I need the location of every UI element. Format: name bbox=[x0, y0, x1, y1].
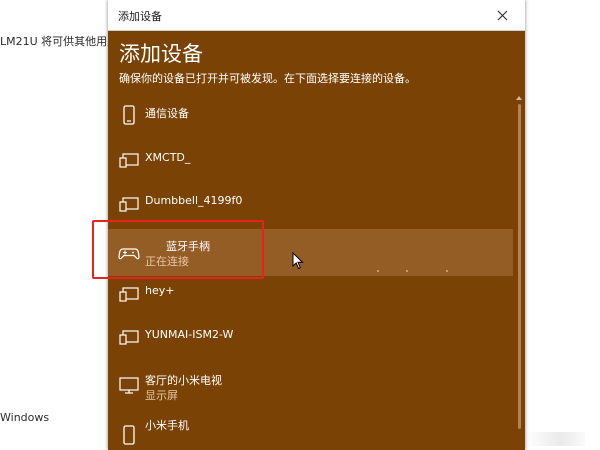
device-icon bbox=[119, 197, 139, 212]
dialog-heading: 添加设备 bbox=[119, 42, 203, 66]
device-name: hey+ bbox=[145, 284, 175, 297]
device-item-xmctd[interactable]: XMCTD_ bbox=[108, 138, 513, 182]
device-name: YUNMAI-ISM2-W bbox=[145, 328, 234, 341]
watermark bbox=[525, 432, 585, 446]
scroll-thumb[interactable] bbox=[518, 104, 521, 429]
dialog-subtitle: 确保你的设备已打开并可被发现。在下面选择要连接的设备。 bbox=[119, 72, 416, 85]
device-item-yunmai[interactable]: YUNMAI-ISM2-W bbox=[108, 315, 513, 359]
device-name: Dumbbell_4199f0 bbox=[145, 194, 243, 207]
mouse-cursor-icon bbox=[292, 252, 304, 270]
device-item-tv[interactable]: 客厅的小米电视 显示屏 bbox=[108, 362, 513, 408]
device-name: 通信设备 bbox=[145, 107, 189, 120]
device-icon bbox=[119, 153, 139, 168]
device-icon bbox=[119, 330, 139, 345]
title-bar: 添加设备 bbox=[108, 0, 525, 31]
device-status: 显示屏 bbox=[145, 389, 178, 402]
window-title: 添加设备 bbox=[118, 10, 162, 23]
phone-icon bbox=[123, 425, 135, 445]
device-name: 小米手机 bbox=[145, 419, 189, 432]
device-item-xiaomi-phone[interactable]: 小米手机 bbox=[108, 410, 513, 450]
close-icon bbox=[497, 10, 507, 20]
close-button[interactable] bbox=[479, 0, 525, 30]
scrollbar[interactable] bbox=[513, 96, 525, 450]
device-name: 客厅的小米电视 bbox=[145, 374, 222, 387]
phone-icon bbox=[123, 105, 135, 125]
scroll-up-arrow-icon[interactable] bbox=[516, 96, 522, 100]
device-name: XMCTD_ bbox=[145, 151, 191, 164]
background-text-windows: Windows bbox=[0, 411, 50, 424]
device-icon bbox=[119, 287, 139, 302]
device-item-comm[interactable]: 通信设备 bbox=[108, 93, 513, 137]
monitor-icon bbox=[119, 377, 139, 394]
background-text-top: LM21U 将可供其他用户 bbox=[0, 35, 119, 48]
red-highlight-box bbox=[92, 220, 264, 279]
